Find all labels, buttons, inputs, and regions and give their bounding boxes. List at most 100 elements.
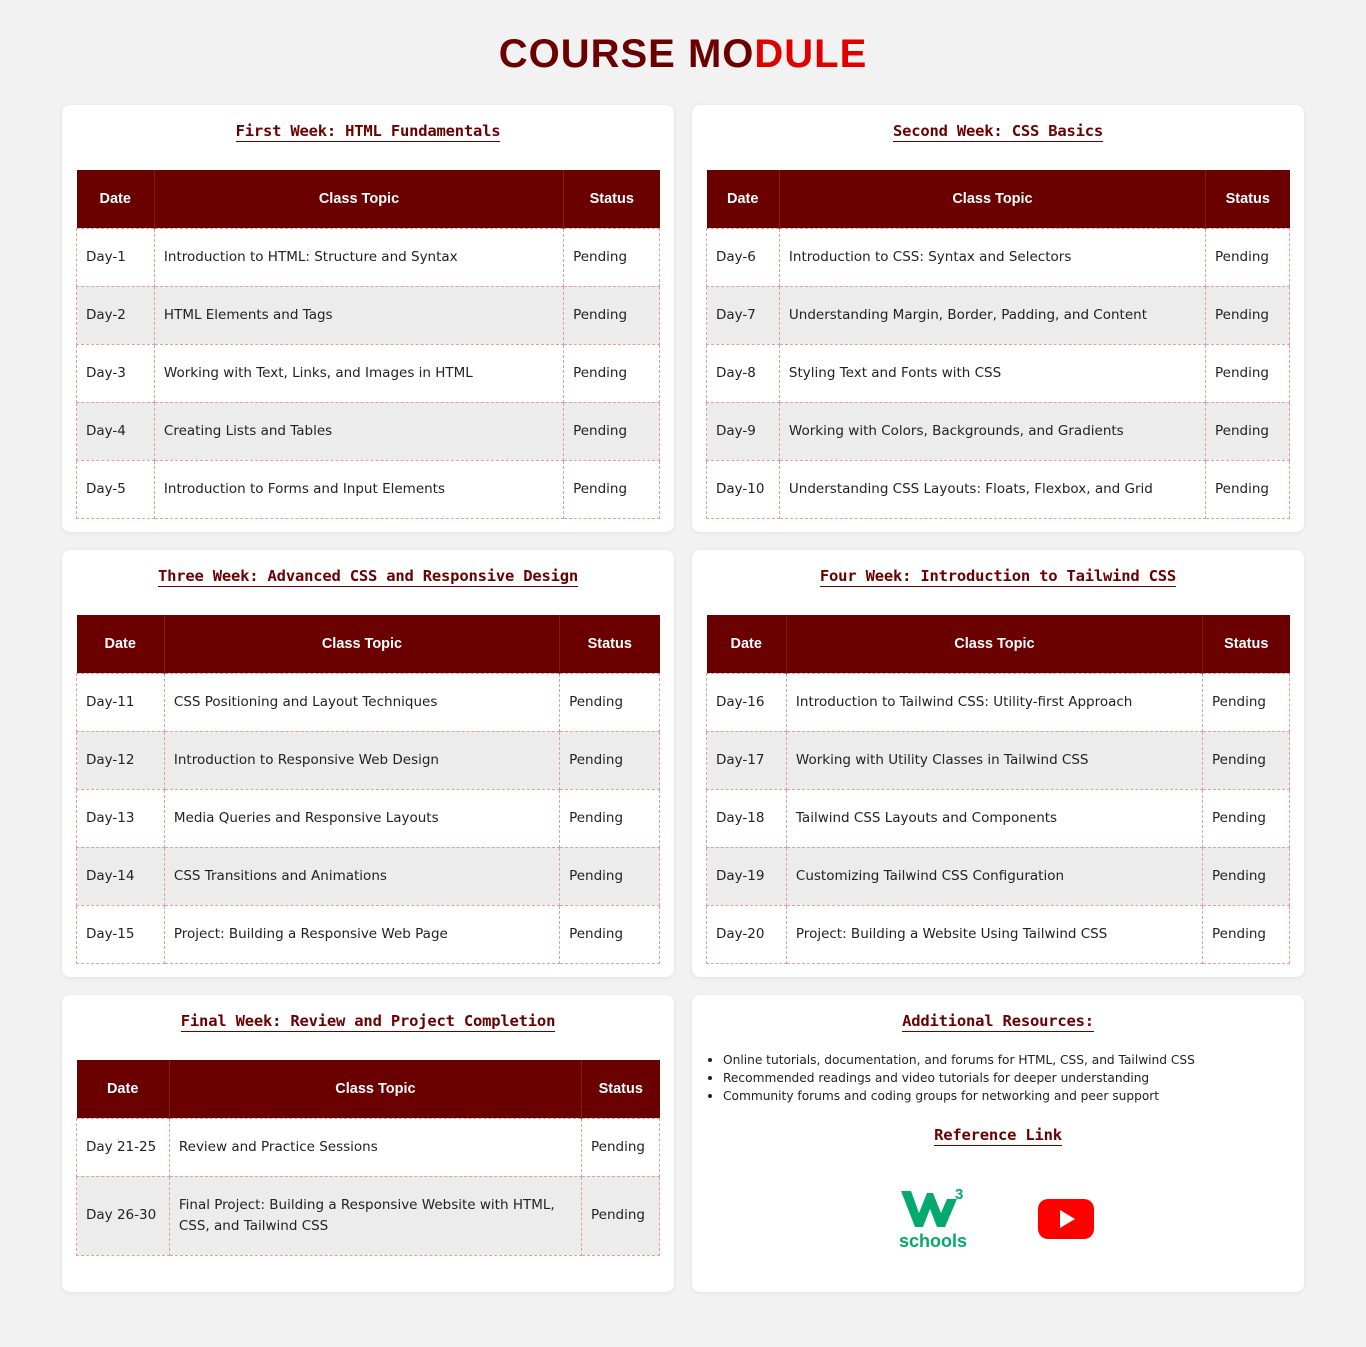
topic-cell: Introduction to Forms and Input Elements bbox=[153, 459, 565, 519]
status-cell: Pending bbox=[1205, 227, 1290, 287]
w3schools-logo-sup: 3 bbox=[955, 1186, 963, 1203]
topic-cell: Introduction to HTML: Structure and Synt… bbox=[153, 227, 565, 287]
date-cell: Day-8 bbox=[706, 343, 780, 403]
topic-cell: Introduction to Tailwind CSS: Utility-fi… bbox=[785, 672, 1204, 732]
topic-cell: Understanding CSS Layouts: Floats, Flexb… bbox=[778, 459, 1207, 519]
date-cell: Day-16 bbox=[706, 672, 787, 732]
date-cell: Day-18 bbox=[706, 788, 787, 848]
date-cell: Day-9 bbox=[706, 401, 780, 461]
topic-cell: CSS Transitions and Animations bbox=[163, 846, 561, 906]
date-cell: Day-14 bbox=[76, 846, 165, 906]
resources-card: Additional Resources: Online tutorials, … bbox=[692, 995, 1304, 1292]
status-cell: Pending bbox=[581, 1117, 660, 1177]
topic-cell: Project: Building a Responsive Web Page bbox=[163, 904, 561, 964]
table-row: Day-17 Working with Utility Classes in T… bbox=[706, 730, 1290, 790]
reference-title: Reference Link bbox=[692, 1125, 1304, 1149]
date-cell: Day 26-30 bbox=[76, 1175, 170, 1256]
schedule-table: Date Class Topic Status Day-6 Introducti… bbox=[706, 170, 1290, 519]
youtube-logo-icon bbox=[1038, 1199, 1094, 1239]
table-header-row: Date Class Topic Status bbox=[706, 615, 1290, 673]
week-title-text: Four Week: Introduction to Tailwind CSS bbox=[819, 567, 1177, 587]
week-title-text: Three Week: Advanced CSS and Responsive … bbox=[157, 567, 579, 587]
youtube-link[interactable] bbox=[1038, 1199, 1094, 1239]
date-column-header: Date bbox=[76, 170, 155, 228]
status-cell: Pending bbox=[1205, 401, 1290, 461]
list-item: Online tutorials, documentation, and for… bbox=[708, 1053, 1195, 1067]
page-title-red: DULE bbox=[754, 32, 868, 76]
resources-list: Online tutorials, documentation, and for… bbox=[708, 1051, 1195, 1105]
table-row: Day-8 Styling Text and Fonts with CSS Pe… bbox=[706, 343, 1290, 403]
week-title-text: Second Week: CSS Basics bbox=[892, 122, 1104, 142]
status-cell: Pending bbox=[559, 730, 660, 790]
w3schools-link[interactable]: 3 schools bbox=[897, 1185, 969, 1251]
status-cell: Pending bbox=[1205, 459, 1290, 519]
schedule-table: Date Class Topic Status Day 21-25 Review… bbox=[76, 1060, 660, 1256]
topic-column-header: Class Topic bbox=[154, 170, 565, 228]
schedule-table: Date Class Topic Status Day-16 Introduct… bbox=[706, 615, 1290, 964]
date-cell: Day-2 bbox=[76, 285, 155, 345]
table-row: Day-6 Introduction to CSS: Syntax and Se… bbox=[706, 227, 1290, 287]
table-row: Day-13 Media Queries and Responsive Layo… bbox=[76, 788, 660, 848]
date-column-header: Date bbox=[706, 170, 780, 228]
table-header-row: Date Class Topic Status bbox=[76, 1060, 660, 1118]
status-column-header: Status bbox=[563, 170, 660, 228]
topic-cell: Working with Colors, Backgrounds, and Gr… bbox=[778, 401, 1207, 461]
table-row: Day-15 Project: Building a Responsive We… bbox=[76, 904, 660, 964]
table-row: Day-12 Introduction to Responsive Web De… bbox=[76, 730, 660, 790]
week-title: Three Week: Advanced CSS and Responsive … bbox=[62, 566, 674, 590]
status-cell: Pending bbox=[563, 401, 660, 461]
date-cell: Day-19 bbox=[706, 846, 787, 906]
status-column-header: Status bbox=[559, 615, 660, 673]
date-cell: Day-12 bbox=[76, 730, 165, 790]
table-row: Day-9 Working with Colors, Backgrounds, … bbox=[706, 401, 1290, 461]
week-card-1: First Week: HTML Fundamentals Date Class… bbox=[62, 105, 674, 532]
topic-column-header: Class Topic bbox=[164, 615, 561, 673]
date-cell: Day-7 bbox=[706, 285, 780, 345]
table-row: Day-10 Understanding CSS Layouts: Floats… bbox=[706, 459, 1290, 519]
status-cell: Pending bbox=[563, 227, 660, 287]
week-card-3: Three Week: Advanced CSS and Responsive … bbox=[62, 550, 674, 977]
page-title: COURSE MODULE bbox=[0, 30, 1366, 78]
date-cell: Day-13 bbox=[76, 788, 165, 848]
topic-cell: Introduction to CSS: Syntax and Selector… bbox=[778, 227, 1207, 287]
schedule-table: Date Class Topic Status Day-11 CSS Posit… bbox=[76, 615, 660, 964]
table-row: Day-2 HTML Elements and Tags Pending bbox=[76, 285, 660, 345]
week-title-text: Final Week: Review and Project Completio… bbox=[180, 1012, 556, 1032]
date-cell: Day-1 bbox=[76, 227, 155, 287]
topic-cell: HTML Elements and Tags bbox=[153, 285, 565, 345]
table-row: Day-11 CSS Positioning and Layout Techni… bbox=[76, 672, 660, 732]
table-row: Day 26-30 Final Project: Building a Resp… bbox=[76, 1175, 660, 1256]
week-card-2: Second Week: CSS Basics Date Class Topic… bbox=[692, 105, 1304, 532]
status-cell: Pending bbox=[559, 904, 660, 964]
topic-cell: CSS Positioning and Layout Techniques bbox=[163, 672, 561, 732]
topic-cell: Review and Practice Sessions bbox=[168, 1117, 583, 1177]
topic-cell: Creating Lists and Tables bbox=[153, 401, 565, 461]
status-cell: Pending bbox=[1205, 343, 1290, 403]
table-row: Day-7 Understanding Margin, Border, Padd… bbox=[706, 285, 1290, 345]
week-card-4: Four Week: Introduction to Tailwind CSS … bbox=[692, 550, 1304, 977]
w3schools-logo-text: schools bbox=[898, 1231, 968, 1251]
list-item: Recommended readings and video tutorials… bbox=[708, 1069, 1195, 1087]
date-cell: Day-20 bbox=[706, 904, 787, 964]
week-title: Final Week: Review and Project Completio… bbox=[62, 1011, 674, 1035]
week-card-final: Final Week: Review and Project Completio… bbox=[62, 995, 674, 1292]
date-cell: Day-10 bbox=[706, 459, 780, 519]
table-row: Day-19 Customizing Tailwind CSS Configur… bbox=[706, 846, 1290, 906]
topic-cell: Media Queries and Responsive Layouts bbox=[163, 788, 561, 848]
topic-column-header: Class Topic bbox=[169, 1060, 583, 1118]
topic-cell: Working with Text, Links, and Images in … bbox=[153, 343, 565, 403]
list-item: Community forums and coding groups for n… bbox=[708, 1087, 1195, 1105]
topic-cell: Introduction to Responsive Web Design bbox=[163, 730, 561, 790]
topic-column-header: Class Topic bbox=[786, 615, 1204, 673]
status-cell: Pending bbox=[1202, 846, 1290, 906]
table-row: Day 21-25 Review and Practice Sessions P… bbox=[76, 1117, 660, 1177]
date-cell: Day-3 bbox=[76, 343, 155, 403]
status-cell: Pending bbox=[581, 1175, 660, 1256]
status-cell: Pending bbox=[1205, 285, 1290, 345]
topic-column-header: Class Topic bbox=[779, 170, 1207, 228]
status-cell: Pending bbox=[1202, 672, 1290, 732]
date-cell: Day-5 bbox=[76, 459, 155, 519]
week-title: Second Week: CSS Basics bbox=[692, 121, 1304, 145]
table-row: Day-18 Tailwind CSS Layouts and Componen… bbox=[706, 788, 1290, 848]
table-row: Day-20 Project: Building a Website Using… bbox=[706, 904, 1290, 964]
